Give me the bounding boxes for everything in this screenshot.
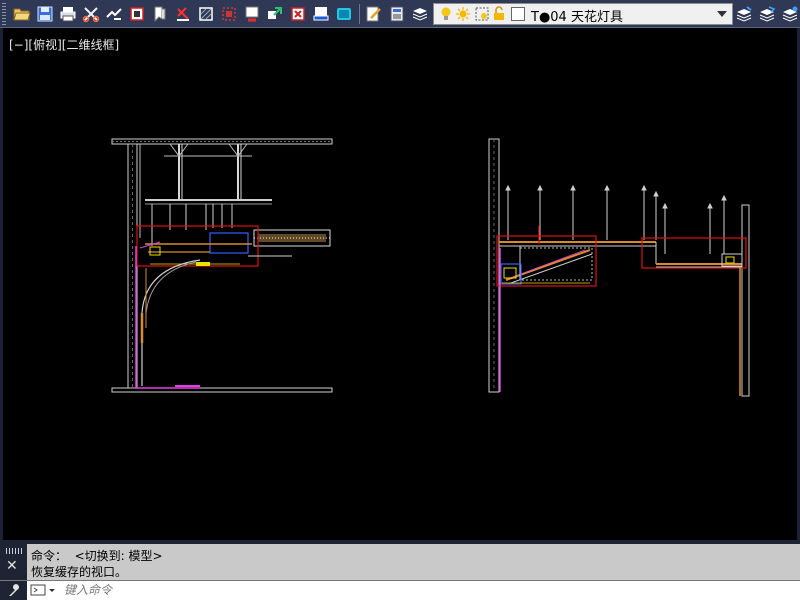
cut-icon[interactable] [80, 3, 102, 25]
lock-icon[interactable] [491, 6, 507, 22]
layer-states-icon[interactable] [733, 3, 755, 25]
layer-dropdown[interactable]: T●04 天花灯具 [433, 3, 733, 25]
save-icon[interactable] [34, 3, 56, 25]
copy-icon[interactable] [103, 3, 125, 25]
xref-icon[interactable] [264, 3, 286, 25]
history-line: 恢复缓存的视口。 [31, 565, 128, 579]
insert-icon[interactable] [241, 3, 263, 25]
panel-grip[interactable] [6, 548, 24, 554]
command-line-panel: ✕ 命令： <切换到: 模型> 恢复缓存的视口。 [0, 540, 800, 600]
cad-drawing [111, 138, 750, 397]
layout-icon[interactable] [333, 3, 355, 25]
match-properties-icon[interactable] [149, 3, 171, 25]
left-ceiling-section [111, 138, 333, 393]
command-prompt-icon[interactable] [30, 582, 58, 598]
lightbulb-icon[interactable] [438, 6, 454, 22]
block-icon[interactable] [195, 3, 217, 25]
history-line: 命令： <切换到: 模型> [31, 549, 163, 563]
plot-icon[interactable] [310, 3, 332, 25]
edit-icon[interactable] [363, 3, 385, 25]
undo-icon[interactable] [172, 3, 194, 25]
quick-access-toolbar: T●04 天花灯具 [0, 0, 800, 28]
layer-previous-icon[interactable] [756, 3, 778, 25]
current-layer-name: T●04 天花灯具 [531, 10, 623, 25]
open-icon[interactable] [11, 3, 33, 25]
toolbar-grip[interactable] [2, 3, 6, 25]
close-icon[interactable]: ✕ [6, 558, 18, 574]
calculator-icon[interactable] [386, 3, 408, 25]
toolbar-separator [359, 4, 360, 24]
layer-properties-icon[interactable] [409, 3, 431, 25]
sun-icon[interactable] [455, 6, 471, 22]
chevron-down-icon[interactable] [717, 11, 727, 17]
purge-icon[interactable] [287, 3, 309, 25]
command-input-row [0, 580, 800, 600]
command-history: 命令： <切换到: 模型> 恢复缓存的视口。 [27, 544, 800, 580]
print-icon[interactable] [57, 3, 79, 25]
layer-isolate-icon[interactable] [779, 3, 800, 25]
hatch-icon[interactable] [218, 3, 240, 25]
drawing-area[interactable]: [−][俯视][二维线框] [0, 28, 800, 540]
wrench-icon[interactable] [0, 581, 27, 600]
right-ceiling-section [488, 138, 750, 397]
layer-color-swatch[interactable] [511, 7, 525, 21]
command-input[interactable] [64, 582, 784, 598]
viewport-freeze-icon[interactable] [474, 6, 490, 22]
paste-icon[interactable] [126, 3, 148, 25]
